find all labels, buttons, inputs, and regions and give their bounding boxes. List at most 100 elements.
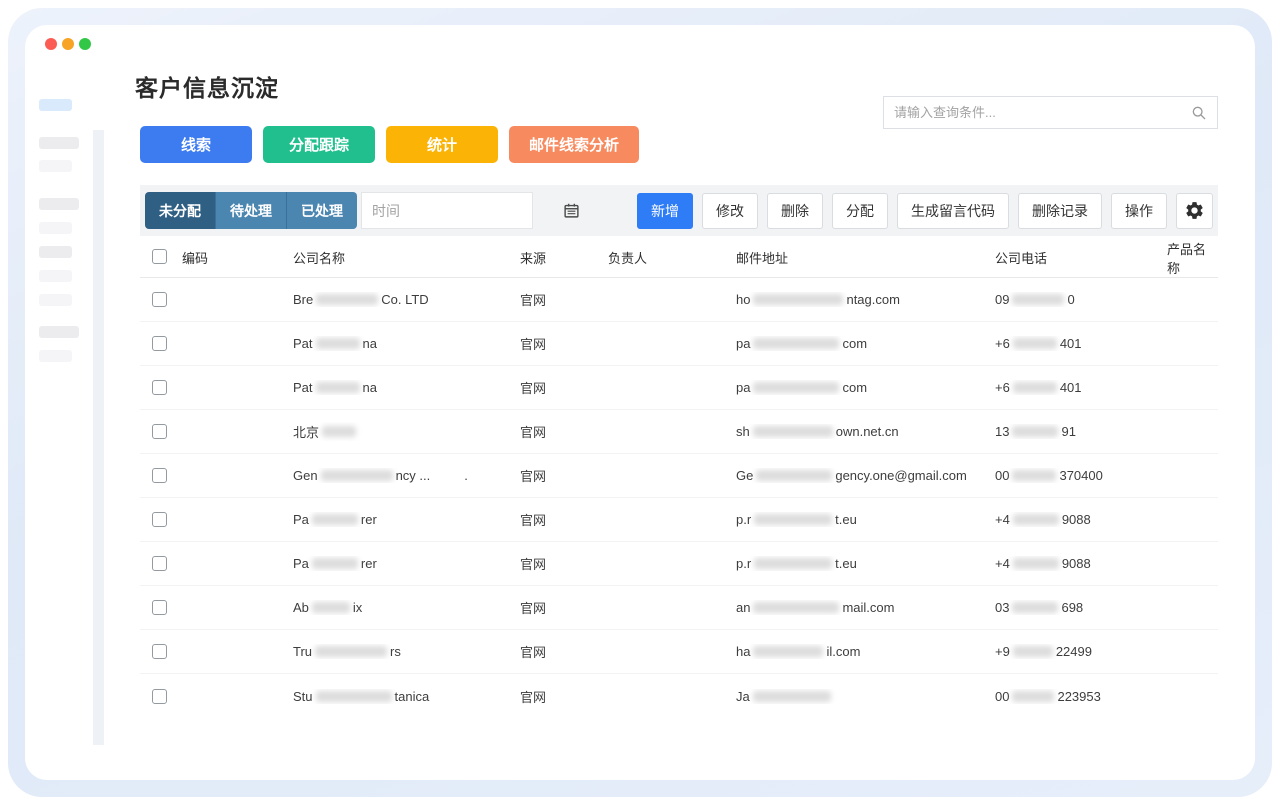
sidebar-skeleton-item[interactable] <box>39 198 79 210</box>
cell-text: com <box>842 380 868 395</box>
sidebar-skeleton-item[interactable] <box>39 160 72 172</box>
cell-text: sh <box>736 424 750 439</box>
table-row: Gen ncy .... 官网 Ge gency.one@gmail.com 00 3704… <box>140 454 1218 498</box>
delete-button[interactable]: 删除 <box>767 192 823 229</box>
email-cell: pa com <box>730 336 989 351</box>
source-cell: 官网 <box>520 645 547 660</box>
company-cell: Bre Co. LTD <box>287 292 514 307</box>
table-row: Stu tanica 官网 Ja 00 223953 <box>140 674 1218 718</box>
source-cell: 官网 <box>520 513 547 528</box>
redacted-text <box>753 602 840 613</box>
company-cell: Ab ix <box>287 600 514 615</box>
calendar-icon[interactable] <box>563 202 580 219</box>
sidebar-skeleton-item[interactable] <box>39 350 72 362</box>
sidebar-skeleton-item[interactable] <box>39 270 72 282</box>
toolbar: 未分配待处理已处理 新增修改删除分配生成留言代码删除记录操作 <box>140 185 1218 236</box>
settings-button[interactable] <box>1176 192 1213 229</box>
date-input[interactable] <box>362 202 563 219</box>
row-checkbox[interactable] <box>152 512 167 527</box>
email-cell: sh own.net.cn <box>730 424 989 439</box>
cell-text: 03 <box>995 600 1010 615</box>
cell-text: com <box>842 336 868 351</box>
select-all-checkbox[interactable] <box>152 248 167 264</box>
row-checkbox[interactable] <box>152 292 167 307</box>
cell-text: pa <box>736 380 751 395</box>
traffic-light-minimize-icon[interactable] <box>62 38 74 50</box>
tab-unassigned[interactable]: 未分配 <box>145 192 216 229</box>
table-row: Bre Co. LTD 官网 ho ntag.com 09 0 <box>140 278 1218 322</box>
cell-text: Ab <box>293 600 309 615</box>
stats-button[interactable]: 统计 <box>386 126 498 163</box>
row-checkbox[interactable] <box>152 600 167 615</box>
edit-button[interactable]: 修改 <box>702 192 758 229</box>
checkbox-cell <box>140 556 176 571</box>
row-checkbox[interactable] <box>152 688 167 704</box>
cell-text: an <box>736 600 751 615</box>
phone-cell: +6 401 <box>989 380 1161 395</box>
cell-text: 09 <box>995 292 1010 307</box>
assign-track-button[interactable]: 分配跟踪 <box>263 126 375 163</box>
table-row: Ab ix 官网 an mail.com 03 698 <box>140 586 1218 630</box>
sidebar-skeleton-item[interactable] <box>39 326 79 338</box>
search-icon[interactable] <box>1191 105 1207 121</box>
email-cell: ha il.com <box>730 644 989 659</box>
redacted-text <box>315 646 388 657</box>
checkbox-cell <box>140 336 176 351</box>
source-cell: 官网 <box>520 337 547 352</box>
tab-pending[interactable]: 待处理 <box>216 192 287 229</box>
leads-button[interactable]: 线索 <box>140 126 252 163</box>
row-checkbox[interactable] <box>152 380 167 395</box>
cell-text: 00 <box>995 688 1010 704</box>
row-checkbox[interactable] <box>152 336 167 351</box>
search-box <box>883 96 1218 129</box>
cell-text: rer <box>360 512 377 527</box>
row-checkbox[interactable] <box>152 644 167 659</box>
cell-text: Bre <box>293 292 314 307</box>
row-checkbox[interactable] <box>152 424 167 439</box>
cell-text: gency.one@gmail.com <box>835 468 967 483</box>
page-title: 客户信息沉淀 <box>135 75 279 101</box>
redacted-text <box>753 294 844 305</box>
generate-code-button[interactable]: 生成留言代码 <box>897 192 1009 229</box>
sidebar-skeleton-item[interactable] <box>39 294 72 306</box>
cell-text: ntag.com <box>846 292 900 307</box>
source-cell: 官网 <box>520 469 547 484</box>
sidebar-skeleton-item-active[interactable] <box>39 99 72 111</box>
delete-record-button[interactable]: 删除记录 <box>1018 192 1102 229</box>
phone-cell: 09 0 <box>989 292 1161 307</box>
sidebar-skeleton-item[interactable] <box>39 222 72 234</box>
redacted-text <box>753 338 840 349</box>
cell-text: t.eu <box>835 556 857 571</box>
sidebar-skeleton-item[interactable] <box>39 137 79 149</box>
tab-processed[interactable]: 已处理 <box>287 192 357 229</box>
status-tabs: 未分配 待处理 已处理 <box>145 192 357 229</box>
phone-cell: 13 91 <box>989 424 1161 439</box>
cell-text: Pat <box>293 380 313 395</box>
checkbox-cell <box>140 424 176 439</box>
row-checkbox[interactable] <box>152 556 167 571</box>
cell-text: Ge <box>736 468 754 483</box>
email-lead-analysis-button[interactable]: 邮件线索分析 <box>509 126 640 163</box>
assign-button[interactable]: 分配 <box>832 192 888 229</box>
redacted-text <box>1012 558 1059 569</box>
search-input[interactable] <box>884 105 1191 120</box>
company-cell: Stu tanica <box>287 689 514 704</box>
cell-text: ncy ... <box>395 468 431 483</box>
row-checkbox[interactable] <box>152 468 167 483</box>
add-button[interactable]: 新增 <box>637 192 693 229</box>
sidebar-skeleton-item[interactable] <box>39 246 72 258</box>
redacted-text <box>320 470 393 481</box>
cell-text: ha <box>736 644 751 659</box>
company-cell: Pat na <box>287 336 514 351</box>
action-buttons: 新增 修改 删除 分配 生成留言代码 删除记录 操作 <box>637 192 1213 229</box>
traffic-light-close-icon[interactable] <box>45 38 57 50</box>
email-cell: Ja <box>730 689 989 704</box>
cell-text: 北京 <box>293 425 320 440</box>
checkbox-cell <box>140 380 176 395</box>
cell-text: pa <box>736 336 751 351</box>
cell-text: 401 <box>1059 336 1082 351</box>
operate-button[interactable]: 操作 <box>1111 192 1167 229</box>
gear-icon[interactable] <box>1184 200 1205 221</box>
traffic-light-maximize-icon[interactable] <box>79 38 91 50</box>
cell-text: 9088 <box>1061 556 1091 571</box>
